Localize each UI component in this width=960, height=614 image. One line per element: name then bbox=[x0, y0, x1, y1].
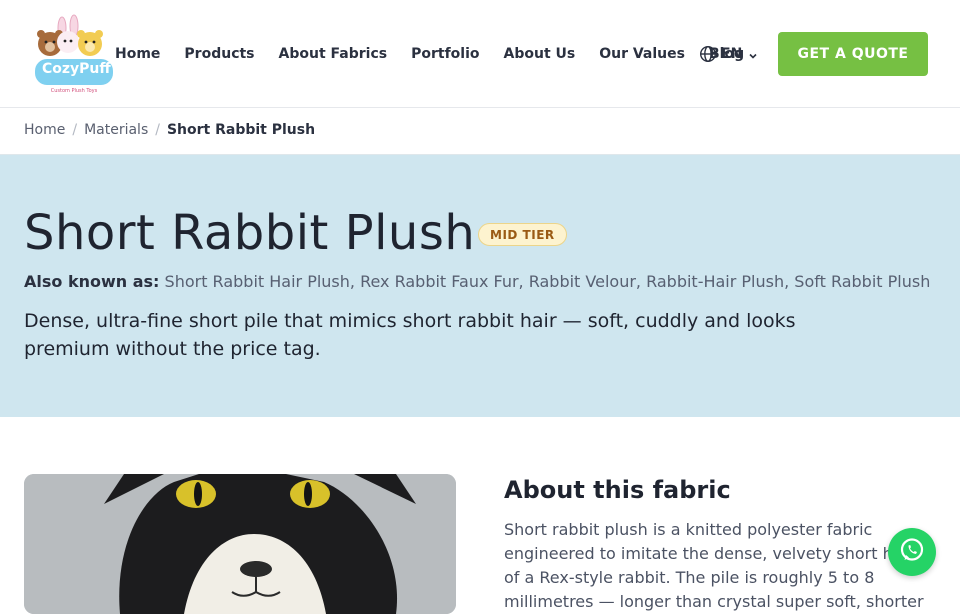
about-fabric-heading: About this fabric bbox=[504, 476, 731, 504]
main-nav: Home Products About Fabrics Portfolio Ab… bbox=[115, 44, 744, 64]
site-header: CozyPuff Custom Plush Toys Home Products… bbox=[0, 0, 960, 108]
breadcrumb-item-materials[interactable]: Materials bbox=[84, 122, 148, 138]
whatsapp-chat-button[interactable] bbox=[888, 528, 936, 576]
fabric-photo bbox=[24, 474, 456, 614]
get-a-quote-button[interactable]: GET A QUOTE bbox=[778, 32, 928, 76]
also-known-as: Also known as: Short Rabbit Hair Plush, … bbox=[24, 272, 930, 291]
globe-icon bbox=[699, 45, 717, 63]
chevron-down-icon bbox=[748, 49, 758, 59]
hero-tagline: Dense, ultra-fine short pile that mimics… bbox=[24, 310, 796, 360]
breadcrumb-separator: / bbox=[155, 122, 160, 138]
nav-item-portfolio[interactable]: Portfolio bbox=[411, 46, 479, 62]
hero-section: Short Rabbit Plush MID TIER Also known a… bbox=[0, 154, 960, 417]
breadcrumb-current: Short Rabbit Plush bbox=[166, 122, 316, 138]
nav-item-home[interactable]: Home bbox=[115, 46, 160, 62]
nav-item-about-us[interactable]: About Us bbox=[504, 46, 576, 62]
language-label: EN bbox=[721, 46, 743, 62]
breadcrumb: Home / Materials / Short Rabbit Plush bbox=[24, 122, 315, 138]
brand-logo[interactable]: CozyPuff Custom Plush Toys bbox=[30, 14, 118, 94]
language-selector[interactable]: EN bbox=[699, 44, 758, 64]
nav-item-about-fabrics[interactable]: About Fabrics bbox=[279, 46, 388, 62]
page-title: Short Rabbit Plush bbox=[24, 205, 476, 261]
whatsapp-icon bbox=[898, 536, 926, 568]
breadcrumb-item-home[interactable]: Home bbox=[24, 122, 65, 138]
nav-item-products[interactable]: Products bbox=[184, 46, 254, 62]
breadcrumb-separator: / bbox=[72, 122, 78, 138]
nav-item-our-values[interactable]: Our Values bbox=[599, 46, 685, 62]
also-known-as-values: Short Rabbit Hair Plush, Rex Rabbit Faux… bbox=[164, 272, 931, 291]
brand-logo-image bbox=[33, 14, 115, 87]
brand-logo-subtext: Custom Plush Toys bbox=[50, 88, 98, 94]
tier-badge: MID TIER bbox=[478, 223, 567, 246]
brand-logo-text: CozyPuff bbox=[42, 61, 111, 77]
also-known-as-label: Also known as: bbox=[24, 272, 160, 291]
